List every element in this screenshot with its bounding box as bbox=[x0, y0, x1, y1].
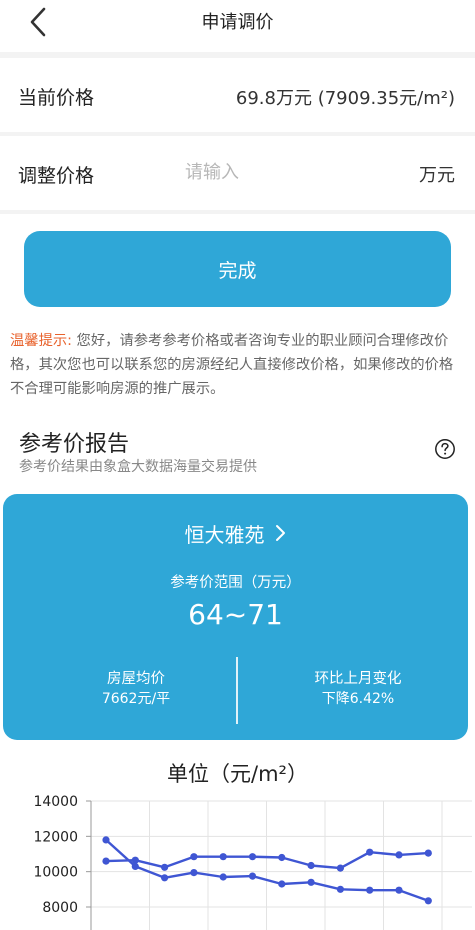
data-point bbox=[395, 886, 403, 894]
chevron-right-icon bbox=[275, 525, 285, 541]
tip-box: 温馨提示: 您好，请参考参考价格或者咨询专业的职业顾问合理修改价格，其次您也可以… bbox=[0, 307, 475, 414]
tip-body: 您好，请参考参考价格或者咨询专业的职业顾问合理修改价格，其次您也可以联系您的房源… bbox=[10, 333, 454, 397]
data-point bbox=[336, 885, 344, 893]
community-name: 恒大雅苑 bbox=[184, 522, 265, 547]
y-tick-label: 8000 bbox=[42, 900, 78, 916]
button-area: 完成 bbox=[0, 214, 475, 307]
data-point bbox=[336, 864, 344, 872]
data-point bbox=[102, 836, 110, 844]
adjust-price-input[interactable] bbox=[185, 158, 385, 186]
report-title: 参考价报告 bbox=[19, 432, 130, 457]
unit-price-line-chart: 14000 12000 10000 8000 bbox=[33, 794, 472, 930]
data-point bbox=[278, 880, 286, 888]
data-point bbox=[366, 886, 374, 894]
tip-heading: 温馨提示: bbox=[10, 333, 73, 349]
current-price-value: 69.8万元 (7909.35元/m²) bbox=[235, 88, 455, 109]
data-point bbox=[219, 873, 227, 881]
top-bar: 申请调价 bbox=[0, 0, 475, 52]
current-price-label: 当前价格 bbox=[18, 87, 95, 109]
y-tick-label: 10000 bbox=[33, 865, 78, 881]
average-price-label: 房屋均价 bbox=[107, 671, 165, 687]
average-price-value: 7662元/平 bbox=[101, 691, 171, 707]
stat-divider bbox=[236, 657, 238, 724]
month-change-stat: 环比上月变化 下降6.42% bbox=[258, 670, 458, 709]
data-point bbox=[190, 869, 198, 877]
adjust-price-row: 调整价格 万元 bbox=[0, 136, 475, 210]
data-point bbox=[219, 853, 227, 861]
chart-title: 单位（元/m²） bbox=[167, 762, 308, 786]
data-point bbox=[102, 857, 110, 865]
average-price-stat: 房屋均价 7662元/平 bbox=[36, 670, 236, 709]
data-point bbox=[161, 863, 169, 871]
data-point bbox=[190, 853, 198, 861]
page-title: 申请调价 bbox=[201, 12, 274, 33]
price-range-label: 参考价范围（万元） bbox=[170, 575, 301, 591]
data-point bbox=[278, 853, 286, 862]
price-range-value: 64~71 bbox=[188, 598, 283, 631]
data-point bbox=[248, 872, 257, 880]
reference-report-section: 参考价报告 参考价结果由象盒大数据海量交易提供 恒大雅苑 参考价范围（万元） 6… bbox=[0, 414, 475, 930]
month-change-value: 下降6.42% bbox=[321, 691, 395, 707]
data-point bbox=[395, 851, 403, 859]
data-point bbox=[248, 853, 257, 861]
adjust-price-label: 调整价格 bbox=[18, 165, 95, 187]
y-tick-label: 12000 bbox=[33, 829, 78, 845]
data-point bbox=[366, 848, 374, 856]
data-point bbox=[161, 874, 169, 882]
data-point bbox=[307, 861, 315, 870]
done-button[interactable]: 完成 bbox=[24, 231, 451, 307]
data-point bbox=[424, 849, 432, 857]
community-link[interactable]: 恒大雅苑 bbox=[3, 518, 468, 548]
question-circle-icon[interactable] bbox=[434, 438, 456, 460]
data-point bbox=[131, 862, 139, 870]
adjust-price-unit: 万元 bbox=[419, 165, 455, 186]
reference-price-card: 恒大雅苑 参考价范围（万元） 64~71 房屋均价 7662元/平 环比上月变化… bbox=[3, 494, 468, 740]
report-subtitle: 参考价结果由象盒大数据海量交易提供 bbox=[19, 459, 257, 475]
data-point bbox=[424, 897, 432, 905]
series-line-2 bbox=[105, 839, 429, 902]
data-point bbox=[307, 878, 315, 886]
month-change-label: 环比上月变化 bbox=[314, 671, 402, 687]
series-line-1 bbox=[105, 850, 429, 870]
y-tick-label: 14000 bbox=[33, 794, 78, 810]
current-price-row: 当前价格 69.8万元 (7909.35元/m²) bbox=[0, 58, 475, 132]
